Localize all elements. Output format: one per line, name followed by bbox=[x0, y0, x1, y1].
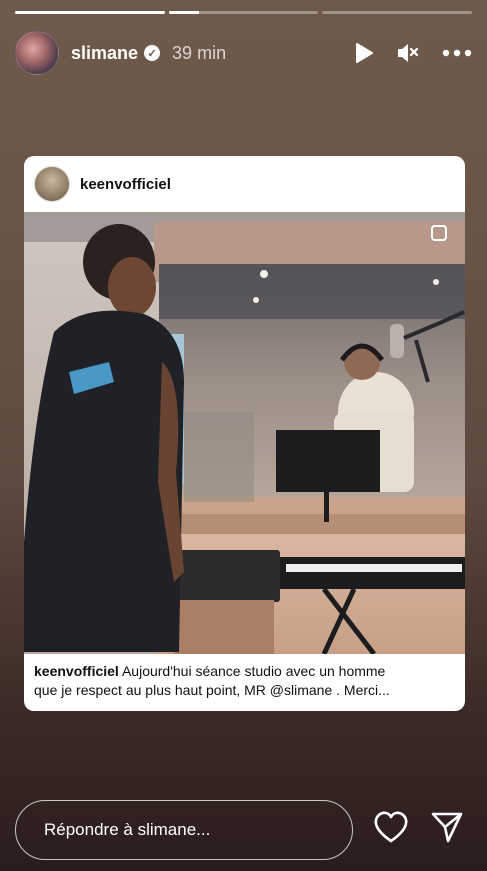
post-username[interactable]: keenvofficiel bbox=[80, 176, 171, 193]
play-icon[interactable] bbox=[354, 42, 374, 64]
progress-fill bbox=[168, 11, 199, 14]
caption-username[interactable]: keenvofficiel bbox=[34, 663, 119, 679]
post-avatar[interactable] bbox=[34, 166, 70, 202]
mute-icon[interactable] bbox=[396, 42, 420, 64]
progress-segment-3 bbox=[322, 11, 473, 14]
caption-text-line2: que je respect au plus haut point, MR @s… bbox=[34, 682, 390, 698]
post-header: keenvofficiel bbox=[24, 156, 465, 212]
heart-icon[interactable] bbox=[372, 808, 410, 846]
caption-text-line1: Aujourd'hui séance studio avec un homme bbox=[121, 663, 386, 679]
progress-segment-1 bbox=[15, 11, 165, 14]
story-time: 39 min bbox=[172, 42, 227, 63]
send-icon[interactable] bbox=[430, 810, 464, 844]
reply-placeholder: Répondre à slimane... bbox=[44, 820, 211, 839]
verified-badge-icon: ✓ bbox=[144, 45, 161, 61]
story-header: slimane ✓ 39 min bbox=[15, 30, 472, 76]
avatar[interactable] bbox=[15, 31, 59, 75]
post-photo bbox=[24, 212, 465, 654]
story-progress bbox=[15, 11, 473, 14]
progress-fill bbox=[15, 11, 165, 14]
reply-input[interactable]: Répondre à slimane... bbox=[15, 800, 353, 860]
shared-post-card[interactable]: keenvofficiel keenvofficiel Aujourd'hui … bbox=[24, 156, 465, 711]
post-caption: keenvofficiel Aujourd'hui séance studio … bbox=[34, 662, 455, 700]
progress-segment-2 bbox=[168, 11, 319, 14]
more-icon[interactable] bbox=[442, 49, 472, 57]
story-username[interactable]: slimane bbox=[71, 43, 138, 64]
